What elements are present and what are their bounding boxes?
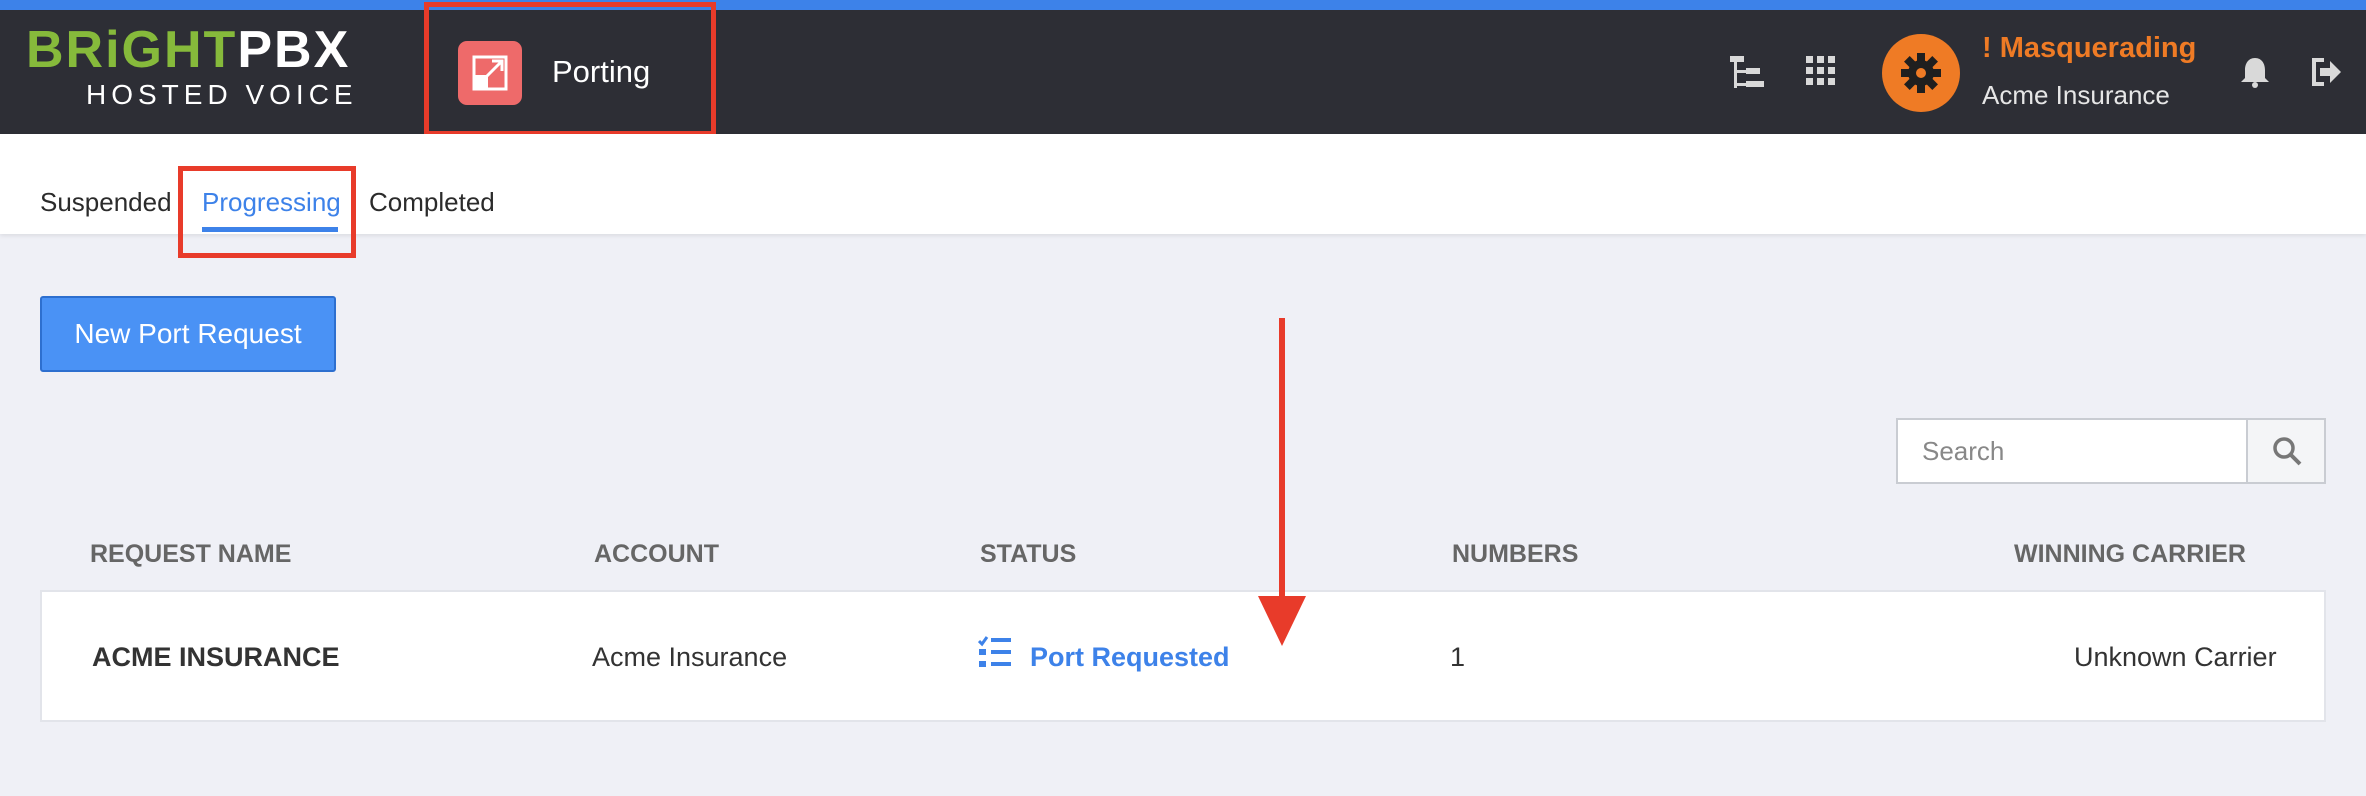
current-account-name[interactable]: Acme Insurance [1982,76,2170,114]
top-accent-bar [0,0,2366,10]
row-numbers: 1 [1450,642,1466,672]
brand-logo[interactable]: BRiGHTPBX HOSTED VOICE [26,22,406,112]
tab-suspended[interactable]: Suspended [40,182,172,222]
brand-tagline: HOSTED VOICE [86,79,358,110]
column-header-status[interactable]: STATUS [980,536,1076,572]
checklist-icon [977,636,1012,673]
new-port-request-button[interactable]: New Port Request [40,296,336,372]
masquerade-avatar[interactable] [1882,34,1960,112]
row-status[interactable]: Port Requested [1030,638,1230,676]
gear-icon [1901,53,1941,93]
app-title-highlight [424,2,716,136]
search-button[interactable] [2246,420,2324,482]
search-input[interactable] [1898,420,2248,482]
brand-name-part1: BRiGHT [26,21,238,79]
row-winning-carrier: Unknown Carrier [2074,642,2277,672]
row-account: Acme Insurance [592,642,788,672]
search-box [1896,418,2326,484]
brand-wordmark: BRiGHTPBX [26,22,350,78]
tab-completed[interactable]: Completed [369,182,495,222]
active-tab-highlight [178,166,356,258]
app-grid-icon[interactable] [1806,56,1836,91]
bell-icon[interactable] [2240,56,2270,93]
org-tree-icon[interactable] [1730,56,1766,95]
column-header-winning-carrier[interactable]: WINNING CARRIER [2014,536,2246,572]
row-request-name: ACME INSURANCE [92,642,340,672]
column-header-request-name[interactable]: REQUEST NAME [90,536,291,572]
column-header-account[interactable]: ACCOUNT [594,536,719,572]
search-icon [2273,437,2302,466]
column-header-numbers[interactable]: NUMBERS [1452,536,1578,572]
brand-name-part2: PBX [237,21,351,79]
annotation-arrow [1254,318,1310,653]
masquerade-label[interactable]: ! Masquerading [1982,28,2196,68]
logout-icon[interactable] [2312,58,2342,91]
